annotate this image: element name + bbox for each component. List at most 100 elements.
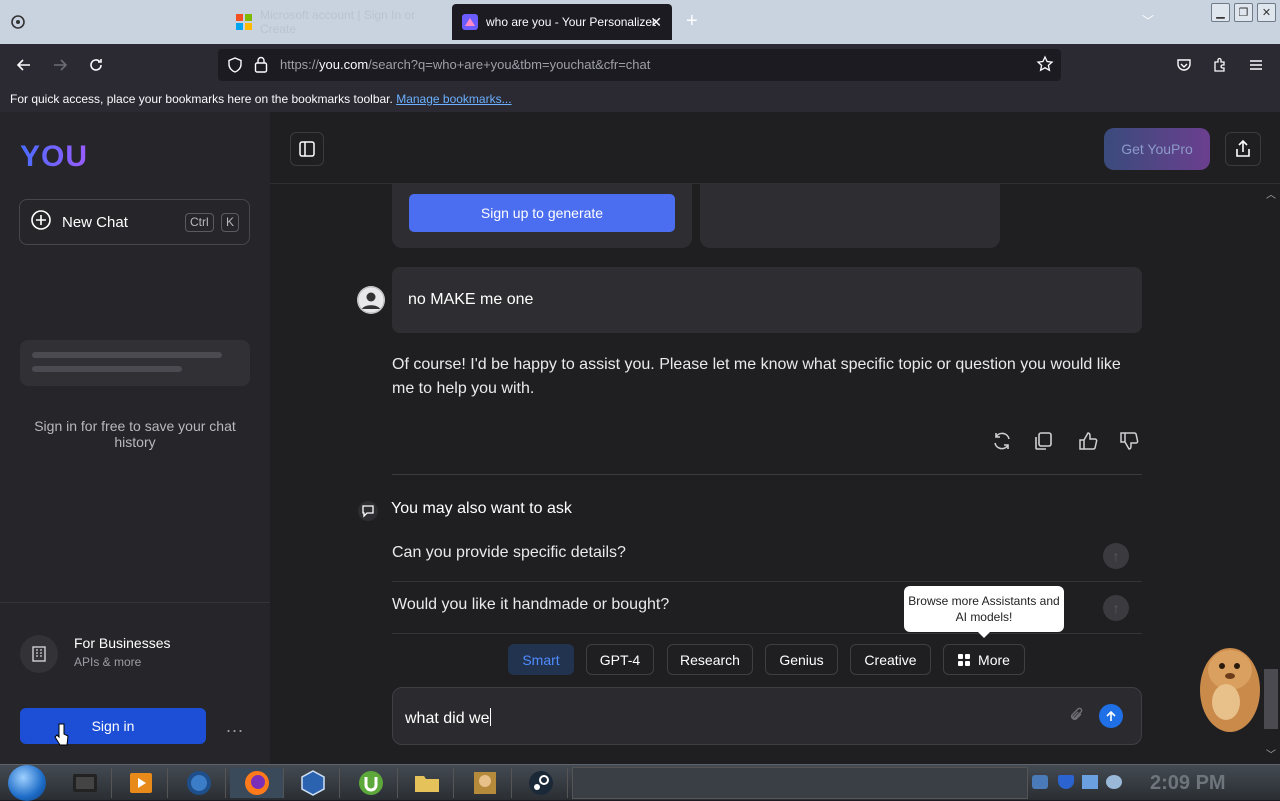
tab-microsoft[interactable]: Microsoft account | Sign In or Create: [226, 4, 448, 40]
skeleton-line: [32, 352, 222, 358]
extensions-icon[interactable]: [1209, 54, 1231, 76]
browser-nav-bar: https://you.com/search?q=who+are+you&tbm…: [0, 44, 1280, 86]
url-bar[interactable]: https://you.com/search?q=who+are+you&tbm…: [218, 49, 1061, 81]
you-logo[interactable]: YOU: [20, 140, 88, 174]
send-button[interactable]: [1099, 704, 1123, 728]
steam-icon[interactable]: [514, 768, 568, 798]
user-avatar-icon: [357, 286, 385, 314]
manage-bookmarks-link[interactable]: Manage bookmarks...: [396, 92, 511, 106]
share-button[interactable]: [1225, 132, 1261, 166]
media-app-icon[interactable]: [58, 768, 112, 798]
browser-tab-bar: Gmail Microsoft account | Sign In or Cre…: [0, 0, 1280, 44]
tab-label: Gmail: [34, 15, 66, 29]
more-label: More: [978, 651, 1010, 668]
kbd-ctrl: Ctrl: [185, 213, 214, 232]
sign-up-to-generate-button[interactable]: Sign up to generate: [409, 194, 675, 232]
toggle-sidebar-button[interactable]: [290, 132, 324, 166]
utorrent-icon[interactable]: [344, 768, 398, 798]
url-text[interactable]: https://you.com/search?q=who+are+you&tbm…: [280, 57, 650, 72]
tray-shield-icon[interactable]: [1058, 775, 1074, 789]
back-arrow-icon[interactable]: [13, 54, 35, 76]
thumbs-up-icon[interactable]: [1075, 428, 1101, 454]
new-chat-label: New Chat: [62, 213, 128, 231]
taskbar-clock[interactable]: 2:09 PM: [1150, 772, 1226, 795]
tray-network-icon[interactable]: [1032, 775, 1048, 789]
businesses-subtitle: APIs & more: [74, 655, 142, 669]
forward-arrow-icon[interactable]: [49, 54, 71, 76]
more-options-icon[interactable]: ...: [226, 716, 244, 737]
globe-app-icon[interactable]: [172, 768, 226, 798]
copy-icon[interactable]: [1030, 428, 1056, 454]
microsoft-icon: [236, 14, 252, 30]
close-window-button[interactable]: ✕: [1257, 3, 1276, 22]
regenerate-icon[interactable]: [989, 428, 1015, 454]
businesses-title: For Businesses: [74, 635, 171, 651]
skeleton-line: [32, 366, 182, 372]
minimize-button[interactable]: ▁: [1211, 3, 1230, 22]
mode-smart[interactable]: Smart: [508, 644, 574, 675]
suggestion-text: Can you provide specific details?: [392, 544, 626, 561]
scroll-up-icon[interactable]: ︿: [1266, 186, 1276, 201]
for-businesses-link[interactable]: For Businesses APIs & more: [0, 602, 270, 684]
tray-volume-icon[interactable]: [1106, 775, 1122, 789]
divider: [392, 474, 1142, 475]
assistant-reply: Of course! I'd be happy to assist you. P…: [392, 356, 1121, 397]
tray-display-icon[interactable]: [1082, 775, 1098, 789]
mode-more[interactable]: More: [943, 644, 1025, 675]
hamburger-menu-icon[interactable]: [1245, 54, 1267, 76]
building-icon: [20, 635, 58, 673]
shield-icon[interactable]: [227, 57, 243, 78]
arrow-up-icon[interactable]: ↑: [1103, 595, 1129, 621]
plus-circle-icon: [30, 209, 52, 235]
reload-icon[interactable]: [85, 54, 107, 76]
url-domain: you.com: [319, 57, 369, 72]
lock-icon[interactable]: [254, 56, 268, 79]
text-caret: [489, 708, 491, 726]
kbd-k: K: [221, 213, 240, 232]
arrow-up-icon: [1106, 710, 1116, 721]
signin-note: Sign in for free to save your chat histo…: [34, 418, 236, 450]
suggestion-item[interactable]: Can you provide specific details? ↑: [392, 530, 1142, 582]
virtualbox-icon[interactable]: [286, 768, 340, 798]
mode-creative[interactable]: Creative: [850, 644, 931, 675]
sidebar-panel-icon: [299, 141, 315, 157]
suggestion-text: Would you like it handmade or bought?: [392, 596, 670, 613]
mode-gpt4[interactable]: GPT-4: [586, 644, 654, 675]
chat-input[interactable]: what did we: [392, 687, 1142, 745]
firefox-icon[interactable]: [230, 768, 284, 798]
tab-youchat[interactable]: who are you - Your Personalized ✕: [452, 4, 672, 40]
maximize-button[interactable]: ❐: [1234, 3, 1253, 22]
chat-input-text[interactable]: what did we: [405, 708, 491, 728]
share-icon: [1236, 139, 1250, 157]
mode-research[interactable]: Research: [667, 644, 753, 675]
close-tab-icon[interactable]: ✕: [650, 14, 662, 31]
start-button[interactable]: [8, 765, 46, 801]
pocket-icon[interactable]: [1173, 54, 1195, 76]
paperclip-icon[interactable]: [1069, 706, 1085, 729]
arrow-up-icon[interactable]: ↑: [1103, 543, 1129, 569]
sandbox-app-icon[interactable]: [458, 768, 512, 798]
file-explorer-icon[interactable]: [400, 768, 454, 798]
tab-list-chevron-icon[interactable]: ﹀: [1142, 12, 1154, 29]
chat-bubble-icon: [358, 501, 378, 521]
video-player-icon[interactable]: [114, 768, 168, 798]
tab-gmail[interactable]: Gmail: [0, 4, 222, 40]
mouse-cursor-icon: [54, 723, 69, 746]
chat-main: Sign up to generate Get YouPro no MAKE m…: [270, 112, 1280, 764]
bookmark-star-icon[interactable]: [1036, 55, 1054, 78]
scroll-thumb[interactable]: [1264, 669, 1278, 729]
user-message: no MAKE me one: [392, 267, 1142, 333]
sign-in-button[interactable]: Sign in: [20, 708, 206, 744]
thumbs-down-icon[interactable]: [1116, 428, 1142, 454]
chat-input-value: what did we: [405, 710, 490, 727]
openai-icon: [10, 14, 26, 30]
scroll-down-icon[interactable]: ﹀: [1266, 746, 1276, 761]
chat-header: Get YouPro: [270, 112, 1280, 184]
mode-genius[interactable]: Genius: [765, 644, 838, 675]
get-youpro-button[interactable]: Get YouPro: [1104, 128, 1210, 170]
grid-icon: [958, 653, 971, 666]
page-scrollbar[interactable]: ︿ ﹀: [1262, 184, 1280, 764]
url-prefix: https://: [280, 57, 320, 72]
new-tab-button[interactable]: +: [686, 10, 698, 33]
new-chat-button[interactable]: New Chat Ctrl K: [19, 199, 250, 245]
